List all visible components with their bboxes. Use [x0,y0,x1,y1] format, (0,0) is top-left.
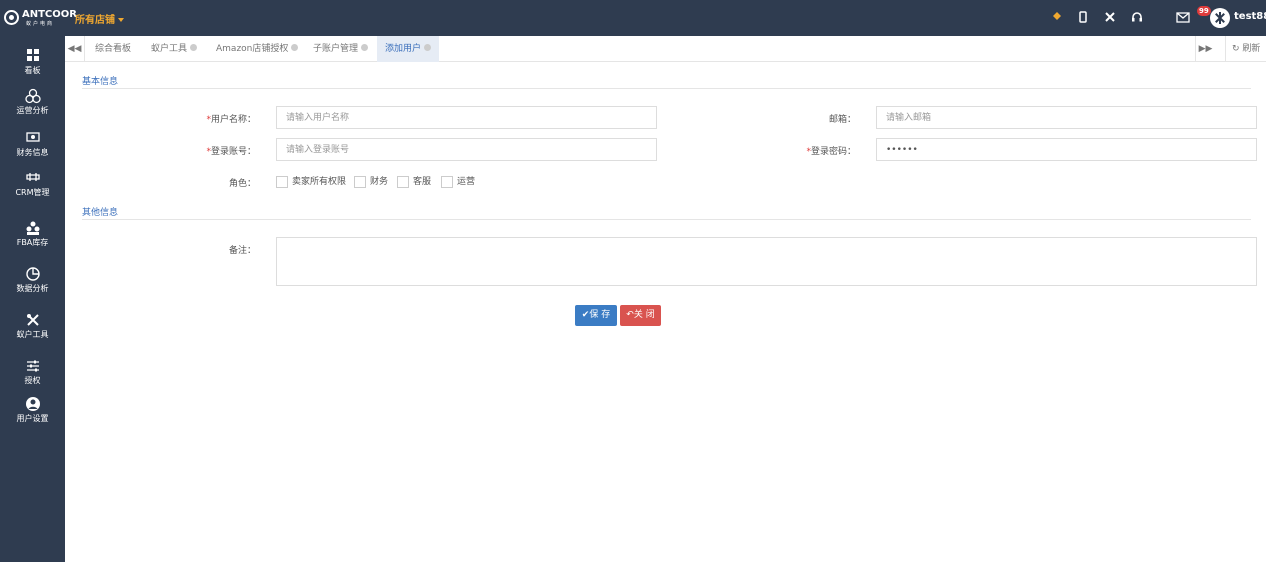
close-button[interactable]: ↶关 闭 [620,305,661,326]
account-input[interactable] [276,138,657,161]
role-label-operations: 运营 [457,177,476,187]
account-label: *登录账号： [176,144,256,157]
sidebar-item-tools[interactable]: 蚁户工具 [0,308,65,348]
tab-sub-accounts[interactable]: 子账户管理 [305,36,376,62]
logo[interactable]: ANTCOOR 蚁户电商 [4,8,77,28]
close-icon[interactable] [361,44,369,51]
password-input[interactable] [876,138,1257,161]
refresh-label: 刷新 [1242,44,1261,54]
sliders-icon [0,358,65,376]
refresh-icon: ↻ [1232,44,1240,54]
sidebar: 看板 运营分析 财务信息 CRM管理 FBA库存 数据分析 蚁户工具 授权 用户… [0,36,65,562]
fullscreen-icon[interactable] [1102,10,1118,26]
tab-amazon-auth[interactable]: Amazon店铺授权 [208,36,306,62]
finance-icon [0,130,65,148]
tab-add-user[interactable]: 添加用户 [377,36,440,62]
avatar[interactable] [1210,8,1230,28]
top-bar: ANTCOOR 蚁户电商 所有店铺 99 test88 [0,0,1266,36]
sidebar-item-data-analysis[interactable]: 数据分析 [0,262,65,302]
sidebar-item-label: CRM管理 [15,188,50,197]
pin-icon[interactable] [1048,10,1064,26]
username-label: *用户名称： [176,112,256,125]
close-icon[interactable] [424,44,432,51]
pie-chart-icon [0,266,65,284]
inventory-icon [0,220,65,238]
section-title-basic: 基本信息 [82,77,119,87]
close-icon[interactable] [190,44,198,51]
tab-bar: ◀◀ 综合看板 蚁户工具 Amazon店铺授权 子账户管理 添加用户 ▶▶ ↻ … [65,36,1266,62]
divider [82,88,1251,89]
role-checkbox-seller-all[interactable] [276,176,288,188]
account-label-text: 登录账号： [210,147,256,157]
username-label-text: 用户名称： [210,115,256,125]
role-label: 角色： [228,179,256,189]
logo-icon [4,10,19,25]
store-select-label: 所有店铺 [75,15,115,26]
role-label-finance: 财务 [370,177,389,187]
password-label-text: 登录密码： [810,147,856,157]
sidebar-item-label: 数据分析 [16,284,49,293]
role-checkbox-service[interactable] [397,176,409,188]
brand-name: ANTCOOR [22,9,77,20]
tab-label: 添加用户 [385,44,422,54]
role-checkbox-finance[interactable] [354,176,366,188]
chevron-down-icon [118,18,124,22]
sidebar-item-label: 财务信息 [16,148,49,157]
sidebar-item-user-settings[interactable]: 用户设置 [0,392,65,432]
mobile-icon[interactable] [1075,10,1091,26]
operations-icon [0,88,65,106]
remark-textarea[interactable] [276,237,1257,286]
refresh-button[interactable]: ↻ 刷新 [1225,36,1266,62]
sidebar-item-label: FBA库存 [16,238,49,247]
section-title-other: 其他信息 [82,208,119,218]
mail-count-badge: 99 [1197,6,1211,16]
password-label: *登录密码： [776,144,856,157]
role-label-service: 客服 [413,177,432,187]
role-checkbox-operations[interactable] [441,176,453,188]
email-input[interactable] [876,106,1257,129]
tab-tools[interactable]: 蚁户工具 [143,36,205,62]
sidebar-item-dashboard[interactable]: 看板 [0,44,65,84]
headset-icon[interactable] [1129,10,1145,26]
sidebar-item-label: 运营分析 [16,106,49,115]
sidebar-item-crm[interactable]: CRM管理 [0,166,65,206]
sidebar-item-label: 看板 [24,66,41,75]
tab-label: 子账户管理 [313,44,359,54]
username-input[interactable] [276,106,657,129]
sidebar-item-operations[interactable]: 运营分析 [0,84,65,124]
sidebar-item-label: 蚁户工具 [16,330,49,339]
remark-label: 备注： [228,246,256,256]
sidebar-item-fba[interactable]: FBA库存 [0,216,65,256]
user-icon [0,396,65,414]
sidebar-item-finance[interactable]: 财务信息 [0,126,65,166]
email-label: 邮箱： [828,115,856,125]
divider [82,219,1251,220]
save-button[interactable]: ✔保 存 [575,305,617,326]
sidebar-item-label: 用户设置 [16,414,49,423]
store-select[interactable]: 所有店铺 [75,11,124,26]
tab-label: 综合看板 [95,44,132,54]
tab-label: Amazon店铺授权 [216,44,289,54]
dashboard-icon [0,48,65,66]
tab-label: 蚁户工具 [151,44,188,54]
mail-icon[interactable] [1175,10,1191,26]
tab-scroll-right-icon[interactable]: ▶▶ [1195,36,1215,62]
sidebar-item-label: 授权 [24,376,41,385]
tab-dashboard[interactable]: 综合看板 [87,36,139,62]
crm-icon [0,170,65,188]
brand-subtitle: 蚁户电商 [26,21,55,27]
tools-icon [0,312,65,330]
sidebar-item-authorization[interactable]: 授权 [0,354,65,394]
tab-scroll-left-icon[interactable]: ◀◀ [65,36,85,62]
close-icon[interactable] [291,44,299,51]
role-label-seller-all: 卖家所有权限 [292,177,347,187]
username[interactable]: test88 [1234,11,1266,22]
